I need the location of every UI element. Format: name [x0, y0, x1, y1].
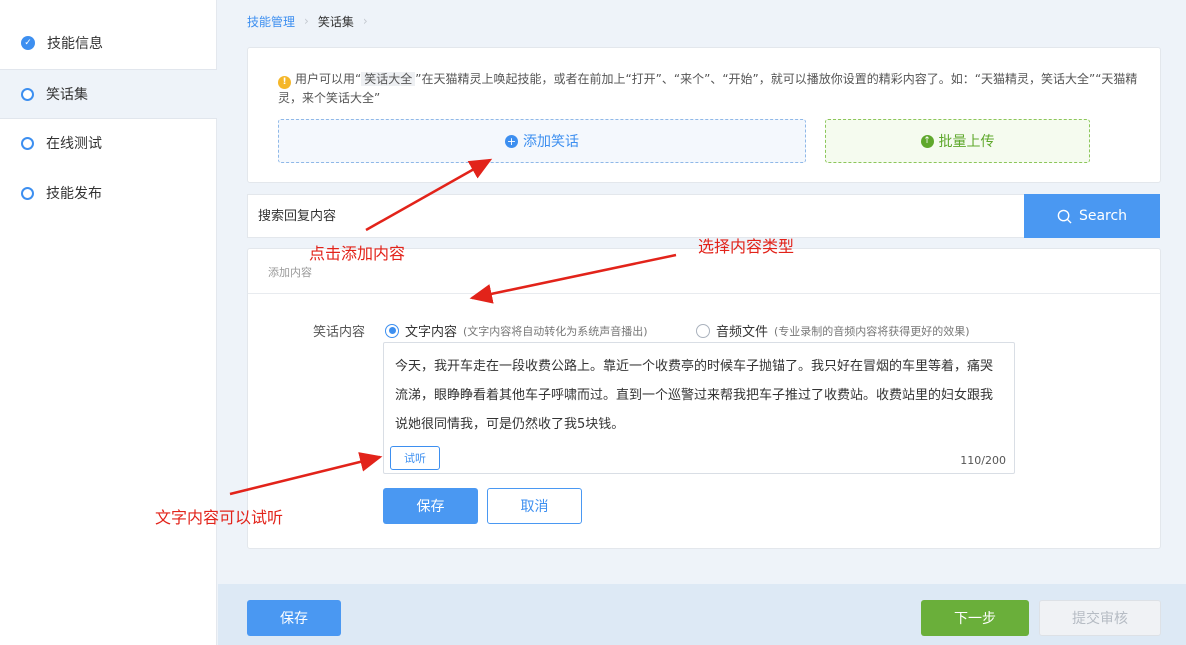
- sidebar-item-jokes[interactable]: 笑话集: [0, 69, 217, 119]
- radio-checked-icon: [385, 323, 399, 338]
- save-content-button[interactable]: 保存: [383, 488, 478, 524]
- chevron-right-icon: ›: [304, 14, 309, 28]
- step-circle-icon: [21, 186, 34, 200]
- save-button[interactable]: 保存: [247, 600, 341, 636]
- breadcrumb: 技能管理 › 笑话集 ›: [247, 13, 377, 29]
- search-input[interactable]: [247, 194, 1024, 238]
- sidebar-item-publish[interactable]: 技能发布: [0, 168, 217, 218]
- info-icon: !: [278, 76, 291, 89]
- tip-prefix: 用户可以用“: [295, 72, 362, 86]
- tip-keyword: 笑话大全: [361, 72, 416, 86]
- step-circle-icon: [21, 136, 34, 150]
- sidebar-item-label: 笑话集: [46, 87, 88, 103]
- breadcrumb-current: 笑话集: [317, 14, 354, 29]
- panel-title: 添加内容: [268, 266, 312, 279]
- search-button-label: Search: [1078, 208, 1128, 224]
- radio-text-label: 文字内容: [405, 325, 458, 340]
- check-circle-icon: ✓: [21, 36, 35, 50]
- annotation-click-add: 点击添加内容: [309, 244, 406, 263]
- next-step-button[interactable]: 下一步: [921, 600, 1029, 636]
- char-counter: 110/200: [960, 454, 1006, 467]
- plus-circle-icon: +: [505, 134, 518, 148]
- joke-content-text: 今天，我开车走在一段收费公路上。靠近一个收费亭的时候车子抛锚了。我只好在冒烟的车…: [395, 359, 994, 432]
- submit-review-button: 提交审核: [1039, 600, 1161, 636]
- radio-unchecked-icon: [696, 323, 710, 338]
- radio-audio-file[interactable]: 音频文件 (专业录制的音频内容将获得更好的效果): [696, 321, 970, 340]
- sidebar-item-skill-info[interactable]: ✓ 技能信息: [0, 18, 217, 68]
- listen-button[interactable]: 试听: [390, 446, 440, 470]
- joke-content-label: 笑话内容: [313, 325, 366, 340]
- sidebar-item-online-test[interactable]: 在线测试: [0, 118, 217, 168]
- search-button[interactable]: Search: [1024, 194, 1160, 238]
- sidebar-item-label: 技能信息: [47, 36, 103, 52]
- radio-text-content[interactable]: 文字内容 (文字内容将自动转化为系统声音播出): [385, 321, 648, 340]
- sidebar: ✓ 技能信息 笑话集 在线测试 技能发布: [0, 0, 217, 645]
- step-circle-icon: [21, 87, 34, 101]
- tip-text: ! 用户可以用“ 笑话大全 ”在天猫精灵上唤起技能，或者在前加上“打开”、“来个”、“…: [278, 70, 1154, 108]
- sidebar-item-label: 技能发布: [46, 186, 102, 202]
- sidebar-item-label: 在线测试: [46, 136, 102, 152]
- cancel-content-button[interactable]: 取消: [487, 488, 582, 524]
- radio-text-hint: (文字内容将自动转化为系统声音播出): [463, 324, 648, 338]
- add-content-panel: 添加内容 笑话内容 文字内容 (文字内容将自动转化为系统声音播出) 音频文件 (…: [247, 248, 1161, 549]
- breadcrumb-parent-link[interactable]: 技能管理: [247, 13, 295, 30]
- tip-panel: ! 用户可以用“ 笑话大全 ”在天猫精灵上唤起技能，或者在前加上“打开”、“来个”、“…: [247, 47, 1161, 183]
- search-icon: [1057, 209, 1072, 224]
- add-joke-label: 添加笑话: [523, 134, 579, 150]
- radio-audio-hint: (专业录制的音频内容将获得更好的效果): [774, 324, 970, 338]
- radio-audio-label: 音频文件: [716, 325, 769, 340]
- annotation-choose-type: 选择内容类型: [698, 237, 795, 256]
- batch-upload-button[interactable]: ↑ 批量上传: [825, 119, 1090, 163]
- batch-upload-label: 批量上传: [938, 134, 995, 150]
- annotation-text-listen: 文字内容可以试听: [155, 508, 284, 527]
- upload-arrow-icon: ↑: [920, 134, 934, 148]
- joke-content-textarea[interactable]: 今天，我开车走在一段收费公路上。靠近一个收费亭的时候车子抛锚了。我只好在冒烟的车…: [383, 342, 1015, 474]
- add-joke-button[interactable]: + 添加笑话: [278, 119, 806, 163]
- chevron-right-icon: ›: [362, 14, 368, 28]
